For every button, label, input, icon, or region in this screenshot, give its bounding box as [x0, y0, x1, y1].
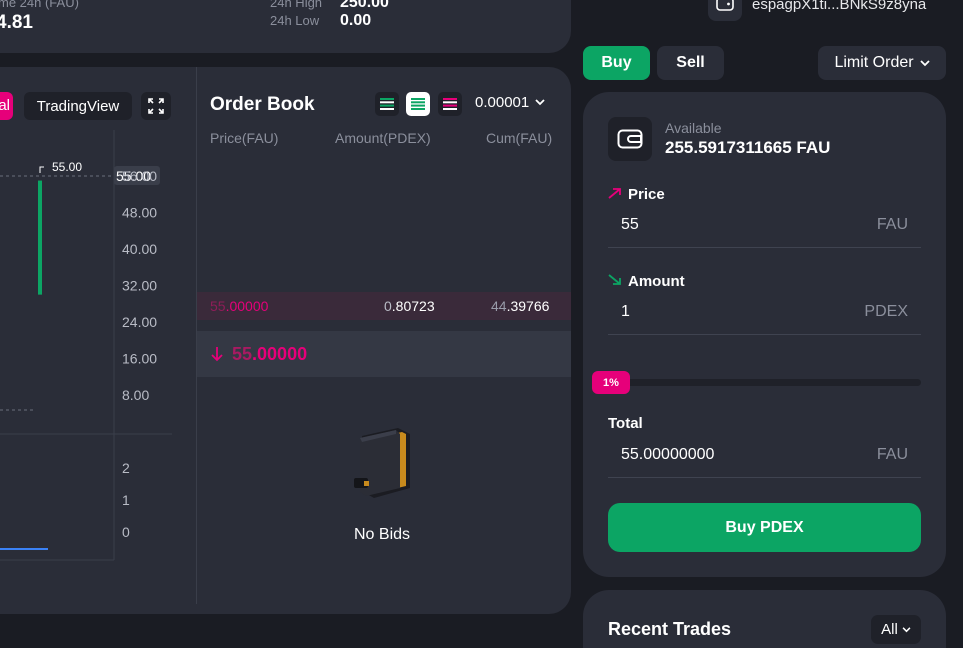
orderbook-view-asks[interactable]	[438, 92, 462, 116]
buy-pdex-button[interactable]: Buy PDEX	[608, 503, 921, 552]
recent-trades-filter[interactable]: All	[871, 615, 921, 644]
volume-axis-tick: 2	[122, 460, 130, 476]
orderbook-view-bids[interactable]	[406, 92, 430, 116]
wallet-icon	[708, 0, 742, 21]
available-value: 255.5917311665 FAU	[665, 138, 831, 157]
chevron-down-icon	[535, 99, 545, 106]
order-type-label: Limit Order	[834, 54, 914, 71]
high-label: 24h High	[270, 0, 323, 10]
fullscreen-button[interactable]	[141, 92, 171, 120]
ask-row[interactable]: 55.00000 0.80723 44.39766	[197, 292, 571, 320]
wallet-address: espagpX1ti...BNkS9z8yna	[752, 0, 927, 13]
no-bids-label: No Bids	[354, 526, 411, 543]
amount-input[interactable]: 1 PDEX	[608, 295, 921, 335]
buy-tab-label: Buy	[601, 54, 632, 71]
orderbook-header-price: Price(FAU)	[210, 130, 279, 146]
tab-original-chart[interactable]: al	[0, 92, 13, 120]
price-axis-tick: 56.00	[122, 168, 157, 184]
chevron-down-icon	[902, 626, 911, 632]
price-unit: FAU	[876, 216, 908, 233]
last-price-marker: 55.00	[52, 160, 82, 174]
price-axis-tick: 24.00	[122, 314, 157, 330]
ask-amount: 0.80723	[384, 298, 435, 314]
orderbook-asks-icon	[443, 98, 457, 110]
empty-wallet-icon	[354, 428, 410, 498]
price-input[interactable]: 55 FAU	[608, 208, 921, 248]
available-label: Available	[665, 120, 722, 136]
orderbook-view-both[interactable]	[375, 92, 399, 116]
buy-pdex-label: Buy PDEX	[725, 518, 804, 536]
ask-price: 55.00000	[210, 298, 269, 314]
price-axis-tick: 40.00	[122, 241, 157, 257]
available-wallet-icon	[608, 117, 652, 161]
last-price-row: 55.00000	[197, 331, 571, 377]
recent-trades-title: Recent Trades	[608, 619, 732, 639]
low-value: 0.00	[340, 12, 372, 29]
amount-input-value: 1	[621, 303, 630, 320]
precision-select[interactable]: 0.00001	[475, 94, 545, 111]
precision-value: 0.00001	[475, 94, 530, 111]
price-chart[interactable]: 55.00 55.00 56.0048.0040.0032.0024.0016.…	[0, 126, 196, 566]
price-input-value: 55	[621, 216, 639, 233]
price-label: Price	[628, 186, 665, 203]
slider-handle[interactable]: 1%	[592, 371, 630, 394]
amount-label: Amount	[628, 273, 685, 290]
high-value: 250.00	[340, 0, 389, 11]
ask-cum: 44.39766	[491, 298, 550, 314]
orderbook-header-cum: Cum(FAU)	[486, 130, 553, 146]
chevron-down-icon	[919, 59, 930, 66]
arrow-down-icon	[211, 347, 223, 362]
candle	[38, 180, 42, 295]
orderbook-bids-icon	[411, 98, 425, 110]
arrow-down-right-icon	[608, 274, 621, 285]
market-stats-panel: me 24h (FAU) 4.81 24h High 250.00 24h Lo…	[0, 0, 571, 53]
tab-tradingview[interactable]: TradingView	[24, 92, 132, 120]
arrow-up-right-icon	[608, 188, 621, 199]
orderbook-header-amount: Amount(PDEX)	[335, 130, 431, 146]
total-field: 55.00000000 FAU	[608, 438, 921, 478]
sell-tab-label: Sell	[676, 54, 705, 71]
slider-percent: 1%	[603, 376, 619, 389]
volume-label: me 24h (FAU)	[0, 0, 79, 10]
buy-tab[interactable]: Buy	[583, 46, 650, 80]
fullscreen-icon	[148, 98, 164, 114]
price-axis-tick: 8.00	[122, 387, 149, 403]
volume-bar	[0, 548, 48, 550]
wallet-button[interactable]: espagpX1ti...BNkS9z8yna	[708, 0, 963, 22]
last-price: 55.00000	[232, 344, 308, 364]
volume-value: 4.81	[0, 12, 33, 33]
price-axis-tick: 48.00	[122, 205, 157, 221]
orderbook-both-icon	[380, 98, 394, 110]
sell-tab[interactable]: Sell	[657, 46, 724, 80]
price-axis-tick: 16.00	[122, 351, 157, 367]
price-axis-tick: 32.00	[122, 278, 157, 294]
recent-trades-filter-label: All	[881, 621, 898, 638]
tab-tradingview-label: TradingView	[36, 97, 120, 115]
percent-slider[interactable]	[592, 379, 921, 386]
low-label: 24h Low	[270, 13, 320, 28]
total-label: Total	[608, 415, 643, 432]
orderbook-title: Order Book	[210, 94, 315, 115]
tab-original-label: al	[0, 97, 10, 114]
total-unit: FAU	[876, 446, 908, 463]
amount-unit: PDEX	[864, 303, 908, 320]
volume-axis-tick: 0	[122, 524, 130, 540]
order-type-select[interactable]: Limit Order	[818, 46, 946, 80]
total-value: 55.00000000	[621, 446, 715, 463]
volume-axis-tick: 1	[122, 492, 130, 508]
